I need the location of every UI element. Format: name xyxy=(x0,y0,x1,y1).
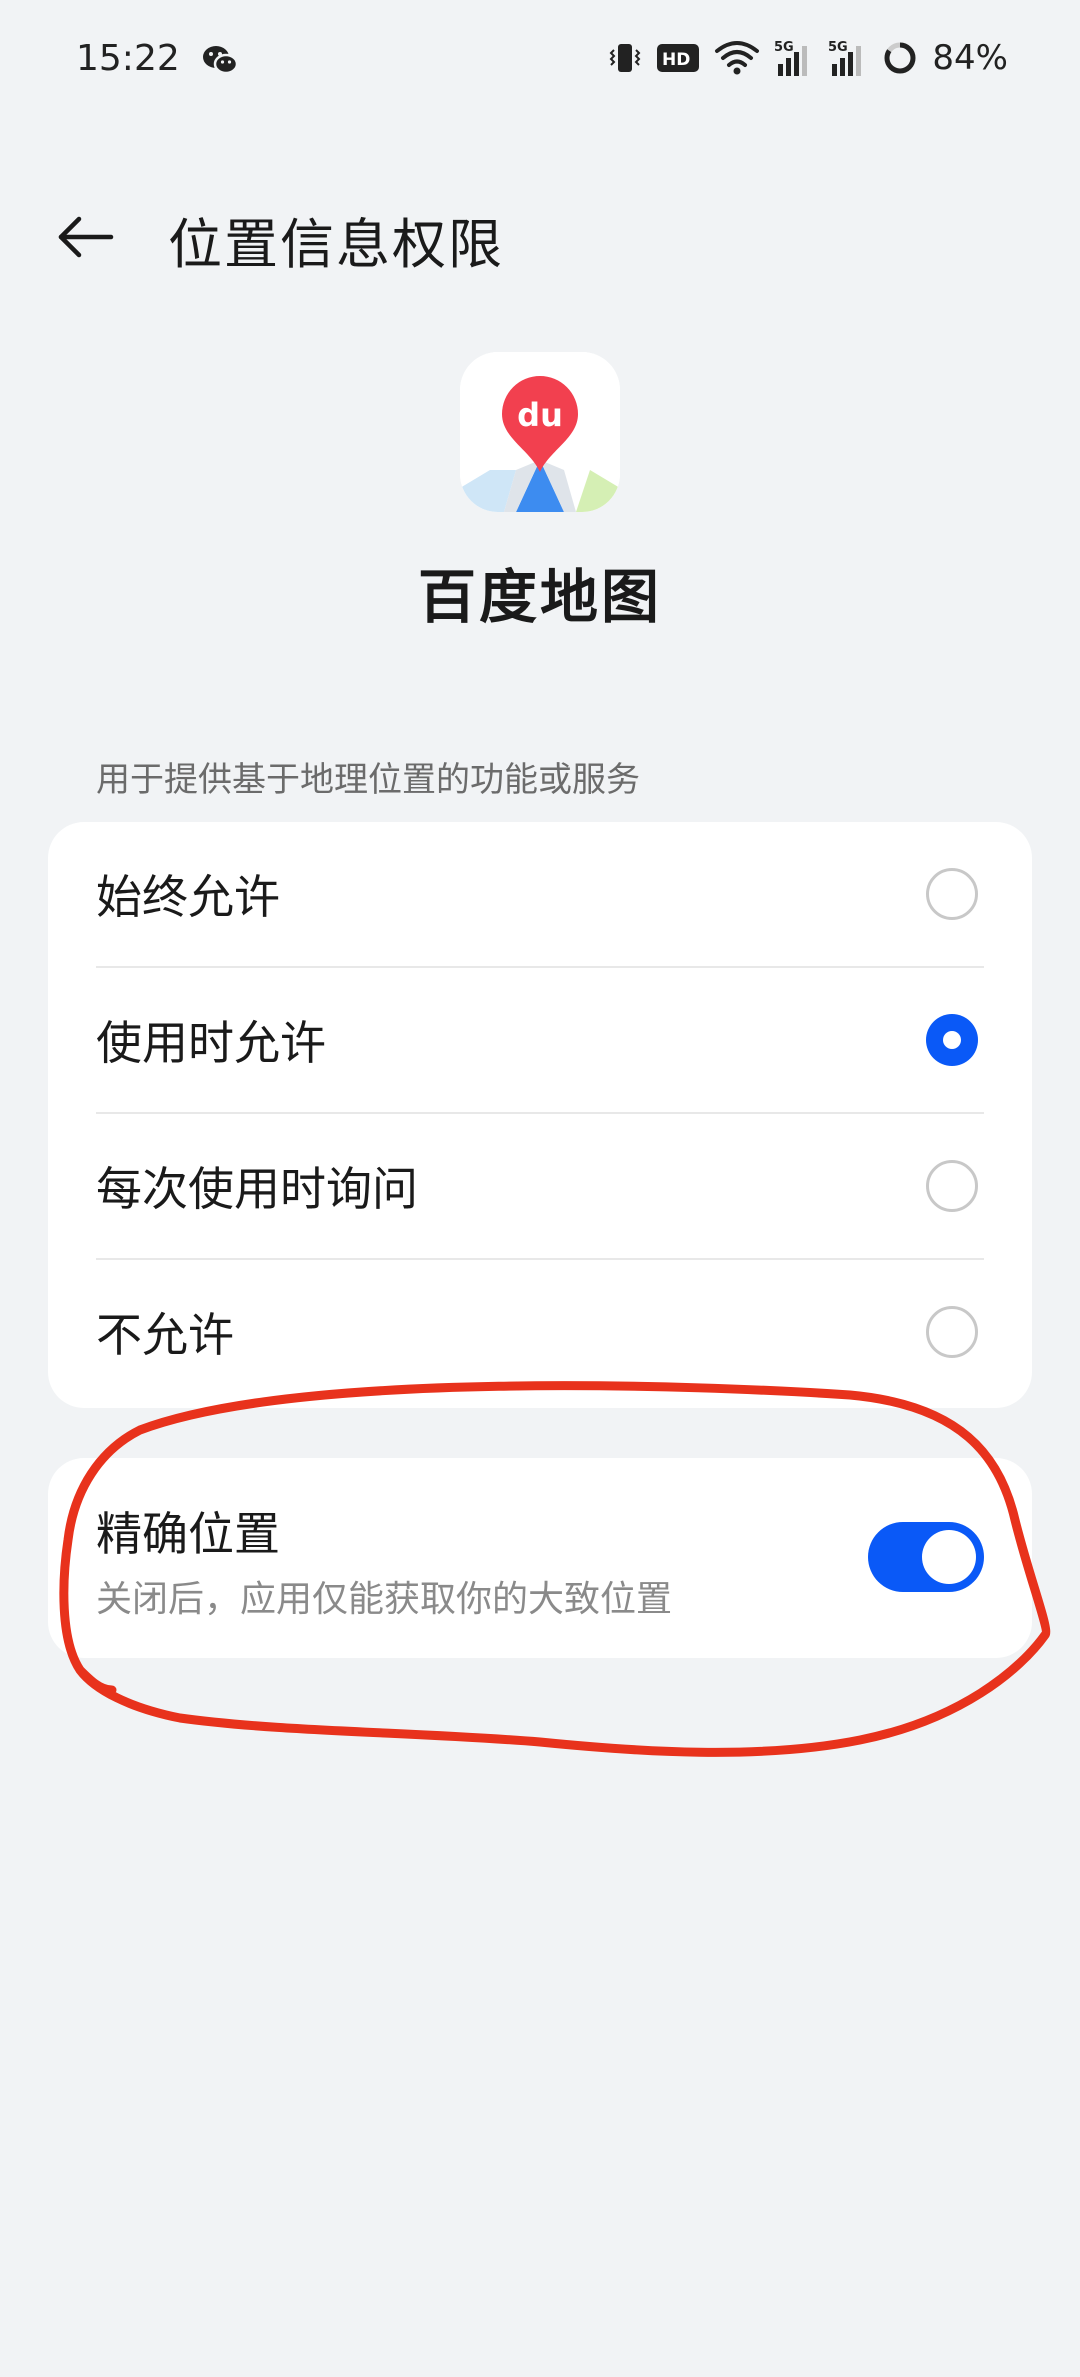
status-time: 15:22 xyxy=(76,38,180,79)
precise-location-subtitle: 关闭后，应用仅能获取你的大致位置 xyxy=(96,1579,673,1620)
precise-location-toggle[interactable] xyxy=(868,1522,984,1592)
radio-button[interactable] xyxy=(926,1160,978,1212)
precise-location-card: 精确位置 关闭后，应用仅能获取你的大致位置 xyxy=(48,1458,1032,1658)
status-icons: HD 5G 5G 84% xyxy=(608,36,1008,80)
svg-text:5G: 5G xyxy=(774,40,794,55)
header: 位置信息权限 xyxy=(0,190,1080,280)
battery-percentage: 84% xyxy=(932,38,1008,78)
option-deny[interactable]: 不允许 xyxy=(48,1260,1032,1404)
option-label: 不允许 xyxy=(96,1308,234,1362)
app-icon: du xyxy=(460,352,620,512)
signal-5g-icon: 5G xyxy=(828,38,868,78)
radio-button[interactable] xyxy=(926,868,978,920)
baidu-maps-logo: du xyxy=(460,352,620,512)
permission-options-card: 始终允许 使用时允许 每次使用时询问 不允许 xyxy=(48,822,1032,1408)
toggle-knob xyxy=(922,1530,976,1584)
option-ask-every-time[interactable]: 每次使用时询问 xyxy=(48,1114,1032,1258)
option-always-allow[interactable]: 始终允许 xyxy=(48,822,1032,966)
precise-location-title: 精确位置 xyxy=(96,1507,280,1561)
option-label: 使用时允许 xyxy=(96,1016,326,1070)
svg-text:du: du xyxy=(517,396,563,434)
option-allow-while-using[interactable]: 使用时允许 xyxy=(48,968,1032,1112)
vibrate-icon xyxy=(608,38,642,78)
wifi-icon xyxy=(714,39,760,77)
svg-text:5G: 5G xyxy=(828,40,848,55)
arrow-left-icon xyxy=(58,216,114,258)
page-title: 位置信息权限 xyxy=(168,213,504,276)
wechat-icon xyxy=(200,40,240,80)
battery-ring-icon xyxy=(882,40,918,76)
option-label: 每次使用时询问 xyxy=(96,1162,418,1216)
app-name: 百度地图 xyxy=(417,563,662,631)
status-bar: 15:22 HD 5G 5G 84% xyxy=(0,0,1080,120)
svg-text:HD: HD xyxy=(662,50,690,70)
radio-button[interactable] xyxy=(926,1306,978,1358)
option-label: 始终允许 xyxy=(96,870,280,924)
signal-5g-icon: 5G xyxy=(774,38,814,78)
permission-description: 用于提供基于地理位置的功能或服务 xyxy=(96,760,640,800)
radio-button-selected[interactable] xyxy=(926,1014,978,1066)
hd-icon: HD xyxy=(656,42,700,74)
home-indicator xyxy=(0,2357,1080,2377)
back-button[interactable] xyxy=(50,202,120,272)
